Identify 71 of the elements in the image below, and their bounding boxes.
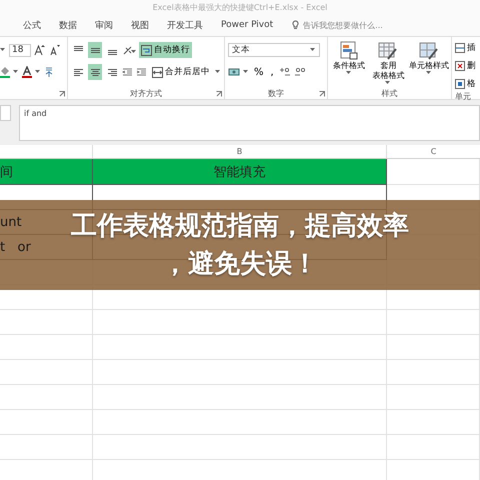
increase-indent-icon[interactable]: [136, 66, 147, 78]
currency-icon[interactable]: [228, 66, 240, 78]
left-align-icon: [72, 66, 84, 78]
tell-me-field[interactable]: 告诉我您想要做什么...: [303, 20, 383, 30]
phonetic-icon[interactable]: [44, 66, 54, 78]
center-align-icon: [90, 66, 100, 78]
group-label: 数字: [267, 88, 285, 99]
button-label: 套用: [380, 61, 396, 71]
button-label: 条件格式: [332, 61, 365, 71]
grow-font-icon[interactable]: [34, 44, 46, 56]
group-label: 对齐方式: [129, 88, 163, 99]
cell-style-icon: [419, 41, 439, 61]
style-button[interactable]: 单元格样式: [410, 41, 448, 88]
orientation-icon[interactable]: [122, 44, 136, 56]
increase-decimal-icon[interactable]: [278, 66, 291, 78]
cells-button[interactable]: 格: [455, 77, 477, 91]
decrease-indent-icon[interactable]: [122, 66, 133, 78]
dropdown-caret-icon[interactable]: [215, 70, 221, 74]
column-header[interactable]: C: [387, 145, 480, 158]
header-cell: 智能填充: [93, 159, 387, 185]
formula-field[interactable]: if and: [19, 105, 480, 141]
header-cell: 间: [0, 159, 93, 185]
style-button[interactable]: 条件格式: [331, 41, 366, 88]
fill-color-icon[interactable]: [0, 66, 10, 78]
dropdown-caret-icon: [346, 71, 352, 75]
merge-cells-icon: [152, 66, 163, 78]
style-button[interactable]: 套用 表格格式: [370, 41, 406, 88]
dropdown-caret-icon[interactable]: [243, 70, 249, 74]
group-label: 样式: [380, 88, 398, 99]
table-style-icon: [378, 41, 398, 61]
shrink-font-icon[interactable]: [49, 44, 61, 56]
right-align-icon: [106, 66, 118, 78]
menu-tab[interactable]: 开发工具: [158, 18, 212, 32]
menu-tab[interactable]: Power Pivot: [212, 20, 282, 30]
group-label: 单元: [455, 91, 472, 102]
banner-text: ，避免失误！: [162, 248, 318, 281]
dropdown-caret-icon: [385, 81, 392, 85]
insert-cells-icon: [455, 43, 465, 53]
dropdown-caret-icon: [426, 71, 432, 75]
dropdown-caret-icon[interactable]: [0, 48, 6, 52]
number-format-dropdown[interactable]: 文本: [228, 43, 320, 57]
dropdown-caret-icon[interactable]: [13, 70, 19, 74]
font-size-field[interactable]: 18: [9, 44, 31, 56]
dropdown-caret-icon[interactable]: [35, 70, 41, 74]
wrap-text-button[interactable]: 自动换行: [139, 42, 192, 58]
align-button[interactable]: [88, 64, 102, 80]
menu-tab[interactable]: 审阅: [86, 18, 122, 32]
align-button[interactable]: [88, 42, 102, 58]
dialog-launcher-icon[interactable]: [59, 91, 65, 97]
menu-tab[interactable]: 公式: [14, 18, 50, 32]
dialog-launcher-icon[interactable]: [216, 91, 222, 97]
percent-button[interactable]: %: [252, 66, 266, 78]
merge-center-button[interactable]: 合并后居中: [150, 64, 212, 80]
font-color-icon[interactable]: [22, 66, 32, 78]
cells-button[interactable]: 插: [455, 41, 477, 55]
comma-button[interactable]: ,: [268, 66, 276, 78]
wrap-text-icon: [141, 44, 152, 56]
delete-cells-icon: [455, 61, 465, 71]
column-header[interactable]: B: [93, 145, 387, 158]
decrease-decimal-icon[interactable]: [294, 66, 306, 78]
format-cells-icon: [455, 79, 465, 89]
cells-button[interactable]: 删: [455, 59, 477, 73]
button-label: 表格格式: [372, 71, 404, 81]
conditional-format-icon: [338, 41, 359, 61]
window-title: Excel表格中最强大的快捷键Ctrl+E.xlsx - Excel: [152, 2, 328, 12]
dialog-launcher-icon[interactable]: [319, 91, 325, 97]
lightbulb-icon: [292, 20, 300, 30]
button-label: 单元格样式: [409, 61, 449, 71]
dropdown-caret-icon: [310, 48, 316, 52]
menu-tab[interactable]: 数据: [50, 18, 86, 32]
menu-tab[interactable]: 视图: [122, 18, 158, 32]
